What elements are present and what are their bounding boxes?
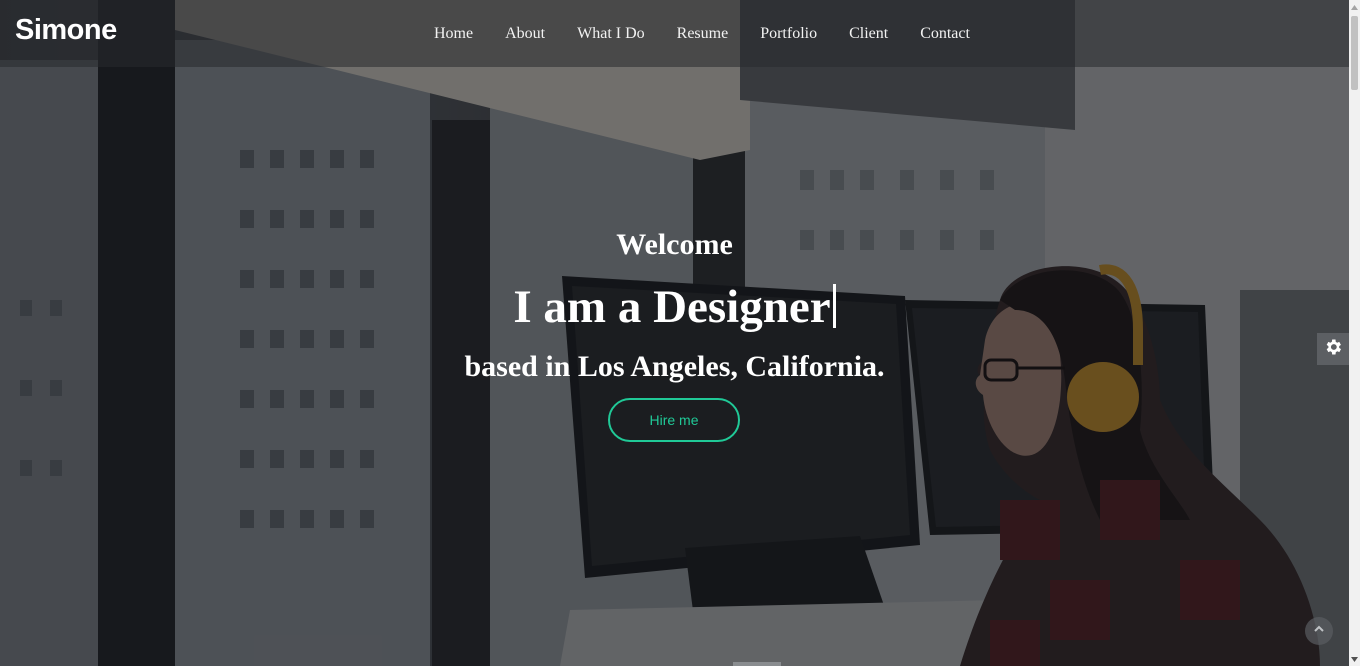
style-switcher-toggle[interactable] <box>1317 333 1349 365</box>
bottom-indicator <box>733 662 781 666</box>
page: Simone Home About What I Do Resume Portf… <box>0 0 1360 666</box>
hero-headline-text: I am a Designer <box>513 281 831 333</box>
scrollbar-thumb[interactable] <box>1351 16 1358 90</box>
gear-icon <box>1323 337 1343 362</box>
hire-me-button[interactable]: Hire me <box>608 398 740 442</box>
chevron-up-icon <box>1312 622 1326 641</box>
vertical-scrollbar[interactable] <box>1349 0 1360 666</box>
hero-section: Welcome I am a Designer based in Los Ang… <box>0 0 1349 666</box>
scroll-up-arrow-icon[interactable] <box>1349 0 1360 14</box>
back-to-top-button[interactable] <box>1305 617 1333 645</box>
typing-cursor <box>832 284 836 328</box>
hero-location: based in Los Angeles, California. <box>464 350 885 383</box>
hero-headline: I am a Designer <box>0 280 1349 334</box>
scroll-down-arrow-icon[interactable] <box>1349 652 1360 666</box>
hero-welcome: Welcome <box>616 228 733 261</box>
